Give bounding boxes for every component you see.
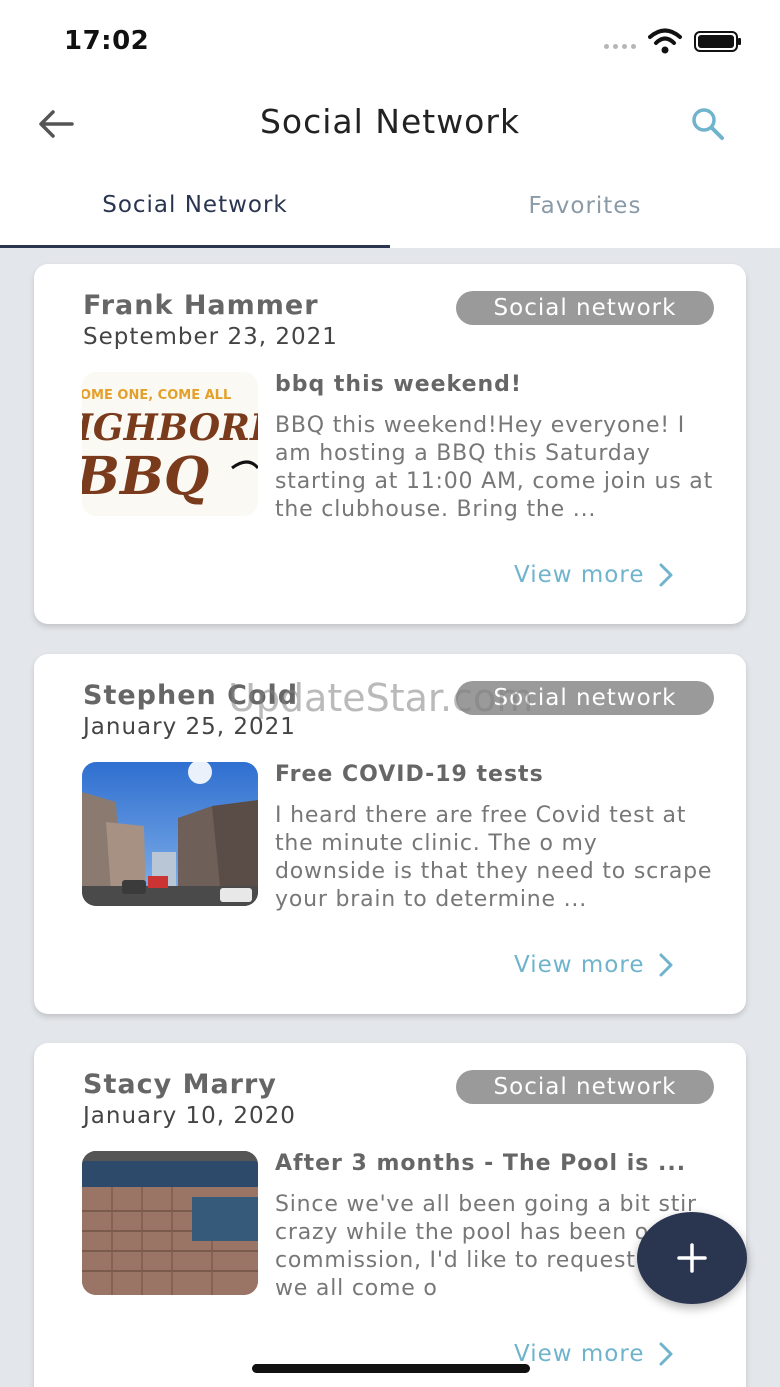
post-date: September 23, 2021 (83, 324, 338, 350)
view-more-link[interactable]: View more (514, 1341, 674, 1367)
post-author: Frank Hammer (83, 290, 319, 321)
page-title: Social Network (259, 102, 521, 141)
header-area: 17:02 Social Network Social Network Favo… (0, 0, 780, 248)
post-thumbnail: OME ONE, COME ALL IGHBORH BBQ (82, 372, 258, 516)
search-icon (692, 108, 724, 140)
home-indicator[interactable] (252, 1364, 530, 1373)
battery-icon (694, 31, 741, 52)
svg-text:IGHBORH: IGHBORH (82, 407, 258, 449)
post-date: January 10, 2020 (83, 1103, 296, 1129)
tab-favorites[interactable]: Favorites (390, 168, 780, 248)
post-excerpt: I heard there are free Covid test at the… (275, 803, 713, 912)
search-button[interactable] (684, 102, 732, 146)
view-more-label: View more (514, 952, 645, 978)
post-thumbnail (82, 1151, 258, 1295)
post-title: After 3 months - The Pool is ... (275, 1151, 687, 1176)
view-more-label: View more (514, 1341, 645, 1367)
nav-bar: Social Network (0, 82, 780, 168)
view-more-link[interactable]: View more (514, 562, 674, 588)
tab-social-network[interactable]: Social Network (0, 168, 390, 248)
chevron-right-icon (659, 953, 673, 977)
chevron-right-icon (659, 563, 673, 587)
post-author: Stacy Marry (83, 1069, 277, 1100)
watermark: UpdateStar.com (228, 676, 534, 720)
wifi-icon (648, 28, 682, 54)
category-badge: Social network (456, 291, 714, 325)
add-post-button[interactable] (637, 1212, 747, 1304)
status-bar: 17:02 (0, 0, 780, 82)
view-more-label: View more (514, 562, 645, 588)
post-title: bbq this weekend! (275, 372, 522, 397)
svg-text:OME ONE, COME ALL: OME ONE, COME ALL (82, 388, 231, 403)
svg-text:BBQ: BBQ (82, 446, 209, 507)
post-thumbnail (82, 762, 258, 906)
plus-icon (677, 1243, 707, 1273)
category-badge: Social network (456, 1070, 714, 1104)
post-card[interactable]: Frank Hammer September 23, 2021 Social n… (34, 264, 746, 624)
signal-icon (604, 44, 636, 49)
post-title: Free COVID-19 tests (275, 762, 544, 787)
post-card[interactable]: Stacy Marry January 10, 2020 Social netw… (34, 1043, 746, 1387)
status-time: 17:02 (64, 26, 150, 56)
chevron-right-icon (659, 1342, 673, 1366)
tab-bar: Social Network Favorites (0, 168, 780, 248)
view-more-link[interactable]: View more (514, 952, 674, 978)
post-excerpt: BBQ this weekend!Hey everyone! I am host… (275, 413, 714, 522)
